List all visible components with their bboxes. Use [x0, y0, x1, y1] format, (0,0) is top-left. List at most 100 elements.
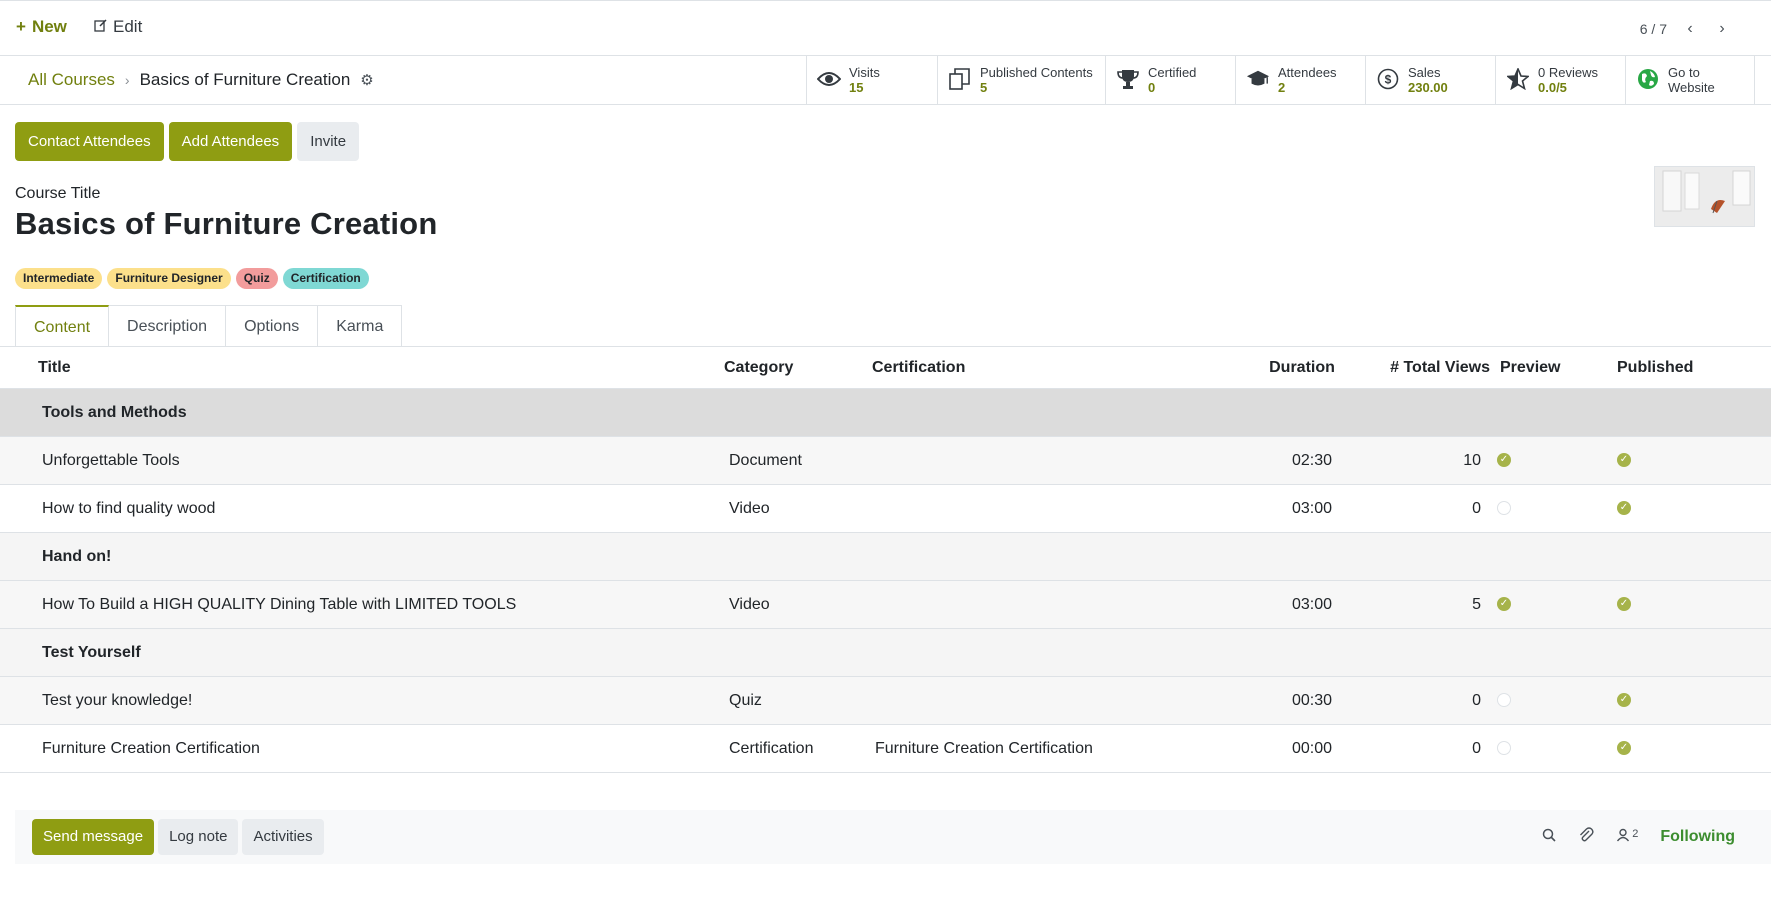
- preview-checkbox[interactable]: [1497, 693, 1511, 708]
- section-title: Hand on!: [0, 532, 1771, 581]
- table-row[interactable]: How To Build a HIGH QUALITY Dining Table…: [0, 580, 1771, 629]
- cell-preview: [1494, 676, 1610, 725]
- chevron-right-icon[interactable]: ›: [1713, 20, 1731, 38]
- stat-published-contents[interactable]: Published Contents 5: [937, 56, 1105, 104]
- tab-divider: [0, 346, 1771, 347]
- stat-value: Website: [1668, 80, 1715, 95]
- eye-icon: [817, 67, 841, 91]
- stat-label: Published Contents: [980, 65, 1093, 80]
- cell-published: ✓: [1610, 484, 1771, 533]
- tab-options[interactable]: Options: [226, 305, 319, 347]
- published-checkbox[interactable]: ✓: [1617, 453, 1631, 468]
- breadcrumb-current: Basics of Furniture Creation: [139, 70, 351, 89]
- header-buttons: Contact Attendees Add Attendees Invite: [15, 122, 360, 161]
- table-row[interactable]: How to find quality wood Video 03:00 0 ✓: [0, 484, 1771, 533]
- tags-list: Intermediate Furniture Designer Quiz Cer…: [15, 268, 369, 289]
- breadcrumb: All Courses › Basics of Furniture Creati…: [28, 70, 374, 90]
- stat-value: 0.0/5: [1538, 80, 1567, 95]
- tab-content[interactable]: Content: [15, 305, 110, 347]
- published-checkbox[interactable]: ✓: [1617, 693, 1631, 708]
- table-row[interactable]: Unforgettable Tools Document 02:30 10 ✓ ✓: [0, 436, 1771, 485]
- cell-total-views: 0: [1354, 724, 1494, 773]
- cell-certification: [872, 436, 1250, 485]
- log-note-button[interactable]: Log note: [158, 819, 239, 855]
- table-row[interactable]: Test your knowledge! Quiz 00:30 0 ✓: [0, 676, 1771, 725]
- stat-value: 0: [1148, 80, 1156, 95]
- preview-checkbox[interactable]: ✓: [1497, 597, 1511, 612]
- published-checkbox[interactable]: ✓: [1617, 597, 1631, 612]
- cell-certification: [872, 484, 1250, 533]
- contact-attendees-button[interactable]: Contact Attendees: [15, 122, 164, 161]
- activities-button[interactable]: Activities: [242, 819, 324, 855]
- section-row[interactable]: Tools and Methods: [0, 388, 1771, 437]
- column-header-category[interactable]: Category: [724, 348, 872, 389]
- cell-title: How To Build a HIGH QUALITY Dining Table…: [0, 580, 724, 629]
- cell-certification: [872, 676, 1250, 725]
- followers-button[interactable]: 2: [1616, 828, 1638, 846]
- table-row[interactable]: Furniture Creation Certification Certific…: [0, 724, 1771, 773]
- stat-attendees[interactable]: Attendees 2: [1235, 56, 1365, 104]
- copy-icon: [948, 67, 972, 91]
- add-attendees-button[interactable]: Add Attendees: [168, 122, 293, 161]
- column-header-total-views[interactable]: # Total Views: [1354, 348, 1494, 389]
- stat-value: 230.00: [1408, 80, 1448, 95]
- column-header-certification[interactable]: Certification: [872, 348, 1250, 389]
- section-row[interactable]: Hand on!: [0, 532, 1771, 581]
- column-header-duration[interactable]: Duration: [1250, 348, 1354, 389]
- published-checkbox[interactable]: ✓: [1617, 501, 1631, 516]
- followers-count: 2: [1632, 828, 1639, 840]
- preview-checkbox[interactable]: [1497, 501, 1511, 516]
- stat-go-to-website[interactable]: Go to Website: [1625, 56, 1755, 104]
- tab-karma[interactable]: Karma: [318, 305, 403, 347]
- stat-label: Go to: [1668, 65, 1700, 80]
- cell-certification: [872, 580, 1250, 629]
- control-bar: All Courses › Basics of Furniture Creati…: [0, 56, 1771, 105]
- section-row[interactable]: Test Yourself: [0, 628, 1771, 677]
- course-title-field[interactable]: Basics of Furniture Creation: [15, 206, 437, 242]
- user-icon: [1616, 828, 1630, 846]
- new-button[interactable]: + New: [16, 17, 67, 37]
- tab-description[interactable]: Description: [109, 305, 227, 347]
- cell-total-views: 5: [1354, 580, 1494, 629]
- following-button[interactable]: Following: [1660, 828, 1735, 846]
- paperclip-icon[interactable]: [1578, 827, 1594, 847]
- stat-label: 0 Reviews: [1538, 65, 1598, 80]
- preview-checkbox[interactable]: [1497, 741, 1511, 756]
- chatter-bar: Send message Log note Activities 2 Follo…: [15, 810, 1771, 864]
- column-header-preview[interactable]: Preview: [1494, 348, 1610, 389]
- tag-badge[interactable]: Certification: [282, 268, 369, 289]
- cell-title: How to find quality wood: [0, 484, 724, 533]
- tag-badge[interactable]: Intermediate: [15, 268, 103, 289]
- chevron-right-icon: ›: [124, 72, 130, 88]
- gear-icon[interactable]: ⚙: [360, 71, 373, 89]
- stat-sales[interactable]: $ Sales 230.00: [1365, 56, 1495, 104]
- cell-published: ✓: [1610, 676, 1771, 725]
- edit-button[interactable]: Edit: [94, 17, 142, 37]
- invite-button[interactable]: Invite: [297, 122, 360, 161]
- column-header-published[interactable]: Published: [1610, 348, 1771, 389]
- stat-visits[interactable]: Visits 15: [806, 56, 937, 104]
- chevron-left-icon[interactable]: ‹: [1681, 20, 1699, 38]
- cell-category: Video: [724, 580, 872, 629]
- published-checkbox[interactable]: ✓: [1617, 741, 1631, 756]
- course-image[interactable]: [1654, 166, 1755, 227]
- stat-certified[interactable]: Certified 0: [1105, 56, 1235, 104]
- stat-reviews[interactable]: 0 Reviews 0.0/5: [1495, 56, 1625, 104]
- search-icon[interactable]: [1542, 828, 1556, 846]
- tag-badge[interactable]: Quiz: [235, 268, 278, 289]
- send-message-button[interactable]: Send message: [32, 819, 155, 855]
- breadcrumb-all-courses[interactable]: All Courses: [28, 70, 115, 90]
- tag-badge[interactable]: Furniture Designer: [107, 268, 231, 289]
- column-header-title[interactable]: Title: [0, 348, 724, 389]
- plus-icon: +: [16, 17, 26, 36]
- cell-category: Quiz: [724, 676, 872, 725]
- cell-preview: [1494, 484, 1610, 533]
- cell-published: ✓: [1610, 580, 1771, 629]
- preview-checkbox[interactable]: ✓: [1497, 453, 1511, 468]
- cell-category: Video: [724, 484, 872, 533]
- cell-title: Unforgettable Tools: [0, 436, 724, 485]
- cell-duration: 02:30: [1250, 436, 1354, 485]
- globe-icon: [1636, 67, 1660, 91]
- dollar-icon: $: [1376, 67, 1400, 91]
- notebook-tabs: Content Description Options Karma: [15, 305, 403, 347]
